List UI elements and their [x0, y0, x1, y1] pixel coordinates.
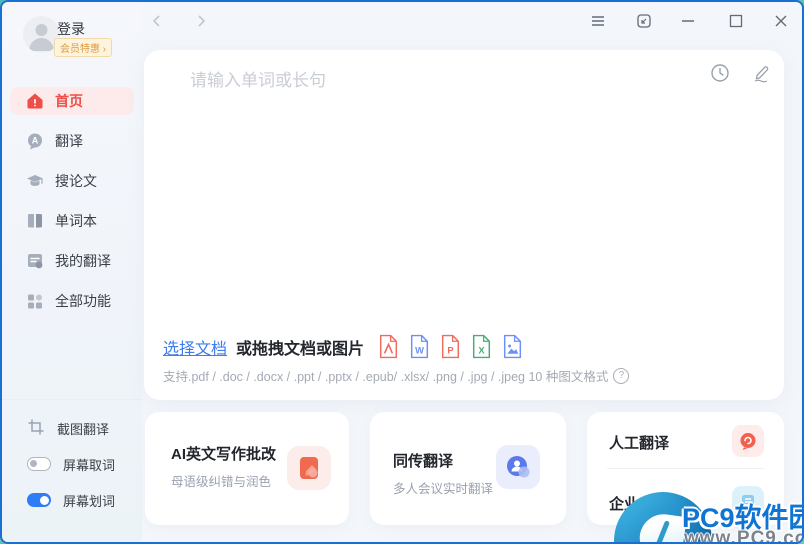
drag-hint-label: 或拖拽文档或图片 [236, 335, 364, 359]
screen-select-word-toggle[interactable] [27, 493, 51, 507]
screen-capture-word-row[interactable]: 屏幕取词 [2, 452, 142, 476]
papers-icon [26, 172, 44, 190]
sidebar-item-papers[interactable]: 搜论文 [10, 167, 134, 195]
word-file-icon: W [409, 334, 430, 359]
sidebar-item-wordbook[interactable]: 单词本 [10, 207, 134, 235]
feature-cards: AI英文写作批改 母语级纠错与润色 同传翻译 多人会议实时翻译 人工翻译 [145, 412, 784, 525]
card-simultaneous-translate[interactable]: 同传翻译 多人会议实时翻译 [370, 412, 566, 525]
all-features-icon [26, 292, 44, 310]
enterprise-icon [732, 486, 764, 518]
my-translations-icon [26, 252, 44, 270]
sidebar-item-label: 单词本 [55, 211, 97, 231]
human-translate-row[interactable]: 人工翻译 [587, 412, 784, 468]
supported-formats-label: 支持.pdf / .doc / .docx / .ppt / .pptx / .… [163, 366, 608, 385]
sidebar-item-my-translations[interactable]: 我的翻译 [10, 247, 134, 275]
document-upload-row: 选择文档 或拖拽文档或图片 W P X [163, 334, 523, 359]
tool-label: 截图翻译 [57, 419, 109, 438]
enterprise-row[interactable]: 企业定制版 [587, 469, 784, 525]
meeting-translate-icon [496, 445, 540, 489]
wordbook-icon [26, 212, 44, 230]
card-subtitle: 母语级纠错与润色 [171, 471, 276, 490]
handwriting-icon[interactable] [751, 63, 771, 83]
sidebar-item-label: 全部功能 [55, 291, 111, 311]
ai-writing-icon [287, 446, 331, 490]
sidebar-item-translate[interactable]: A 翻译 [10, 127, 134, 155]
human-translate-icon [732, 425, 764, 457]
query-input[interactable] [188, 63, 662, 99]
maximize-button[interactable] [727, 12, 745, 30]
nav-back-icon[interactable] [148, 12, 166, 30]
history-icon[interactable] [710, 63, 730, 83]
card-services: 人工翻译 企业定制版 [587, 412, 784, 525]
crop-icon [27, 418, 45, 439]
screen-capture-word-toggle[interactable] [27, 457, 51, 471]
file-type-icons: W P X [378, 334, 523, 359]
image-file-icon [502, 334, 523, 359]
screenshot-translate-button[interactable]: 截图翻译 [2, 416, 142, 440]
sidebar-item-all-features[interactable]: 全部功能 [10, 287, 134, 315]
select-document-link[interactable]: 选择文档 [163, 335, 227, 359]
row-title: 人工翻译 [609, 432, 669, 453]
tool-label: 屏幕划词 [63, 491, 115, 510]
sidebar-menu: 首页 A 翻译 搜论文 单词本 [2, 87, 142, 327]
close-button[interactable] [772, 12, 790, 30]
sidebar-item-label: 搜论文 [55, 171, 97, 191]
translate-icon: A [26, 132, 44, 150]
sidebar-item-home[interactable]: 首页 [10, 87, 134, 115]
app-window: 登录 会员特惠 › 首页 A 翻译 搜论文 [0, 0, 804, 544]
card-subtitle: 多人会议实时翻译 [393, 478, 493, 497]
watermark-site-url: www.PC9.com [684, 528, 804, 544]
minimize-button[interactable] [679, 12, 697, 30]
nav-forward-icon[interactable] [192, 12, 210, 30]
svg-text:X: X [478, 345, 485, 355]
compact-mode-icon[interactable] [635, 12, 653, 30]
card-ai-writing[interactable]: AI英文写作批改 母语级纠错与润色 [145, 412, 349, 525]
svg-text:P: P [447, 345, 453, 355]
excel-file-icon: X [471, 334, 492, 359]
tool-label: 屏幕取词 [63, 455, 115, 474]
sidebar-item-label: 翻译 [55, 131, 83, 151]
svg-text:W: W [415, 345, 424, 355]
sidebar: 登录 会员特惠 › 首页 A 翻译 搜论文 [2, 2, 142, 542]
ppt-file-icon: P [440, 334, 461, 359]
pdf-file-icon [378, 334, 399, 359]
translate-input-card: 选择文档 或拖拽文档或图片 W P X 支持.pdf / .doc / .doc… [144, 50, 784, 400]
sidebar-item-label: 首页 [55, 91, 83, 111]
card-title: 同传翻译 [393, 450, 493, 471]
screen-select-word-row[interactable]: 屏幕划词 [2, 488, 142, 512]
home-icon [26, 92, 44, 110]
svg-text:A: A [32, 136, 39, 146]
sidebar-tools: 截图翻译 屏幕取词 屏幕划词 [2, 399, 142, 524]
login-link[interactable]: 登录 [57, 19, 85, 39]
main-menu-icon[interactable] [589, 12, 607, 30]
sidebar-item-label: 我的翻译 [55, 251, 111, 271]
supported-formats-row: 支持.pdf / .doc / .docx / .ppt / .pptx / .… [163, 366, 629, 385]
vip-offer-badge[interactable]: 会员特惠 › [54, 38, 112, 57]
card-title: AI英文写作批改 [171, 443, 276, 464]
row-title: 企业定制版 [609, 493, 684, 514]
help-icon[interactable]: ? [613, 368, 629, 384]
